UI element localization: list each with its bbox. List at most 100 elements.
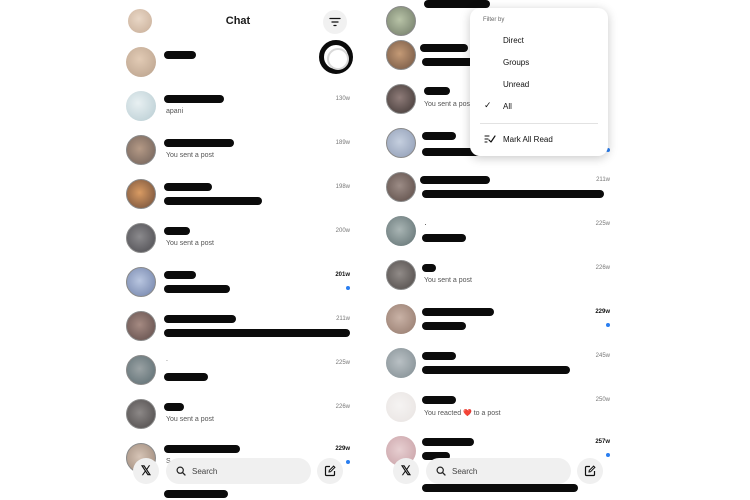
redacted-name (422, 438, 474, 446)
redacted-name (164, 403, 184, 411)
redacted-name (164, 490, 228, 498)
checkmark-icon: ✓ (484, 100, 492, 110)
conversation-row[interactable]: 211w (118, 304, 358, 348)
timestamp: 201w (335, 272, 350, 278)
compose-icon (324, 465, 336, 477)
search-icon (436, 466, 446, 476)
conversation-row[interactable]: 198w (118, 172, 358, 216)
redacted-name (420, 44, 468, 52)
redacted-name (164, 183, 212, 191)
mark-all-read-button[interactable]: Mark All Read (503, 135, 553, 144)
redacted-message (422, 366, 570, 374)
redacted-name (422, 396, 456, 404)
conversation-row[interactable]: . 225w (118, 348, 358, 392)
redacted-name (424, 0, 490, 8)
avatar (386, 348, 416, 378)
conversation-row[interactable]: You sent a post 200w (118, 216, 358, 260)
timestamp: 257w (595, 439, 610, 445)
timestamp: 211w (336, 316, 350, 322)
search-input[interactable]: Search (166, 458, 311, 484)
redacted-name (164, 227, 190, 235)
timestamp: 130w (335, 96, 350, 102)
chat-screen-left: Chat apani 130w You sent a post 189w 198… (118, 0, 358, 500)
avatar (126, 267, 156, 297)
avatar (126, 47, 156, 77)
timestamp: 226w (595, 265, 610, 271)
compose-icon (584, 465, 596, 477)
x-logo-icon: 𝕏 (400, 463, 412, 478)
conversation-row[interactable]: 211w (378, 165, 618, 209)
avatar (386, 304, 416, 334)
conversation-row[interactable]: apani 130w (118, 84, 358, 128)
message-preview: You sent a post (424, 277, 473, 284)
message-preview: . (166, 356, 168, 363)
avatar (386, 84, 416, 114)
x-logo-icon: 𝕏 (140, 463, 152, 478)
redacted-name (424, 87, 450, 95)
filter-option-groups[interactable]: Groups (503, 58, 529, 67)
conversation-row[interactable]: · 225w (378, 209, 618, 253)
message-preview: · (424, 219, 427, 229)
page-title: Chat (225, 15, 251, 27)
conversation-row[interactable]: 201w (118, 260, 358, 304)
timestamp: 200w (335, 228, 350, 234)
redacted-message (164, 373, 208, 381)
filter-menu-heading: Filter by (483, 17, 505, 23)
timestamp: 250w (595, 397, 610, 403)
conversation-row[interactable]: 245w (378, 341, 618, 385)
avatar (126, 91, 156, 121)
redacted-message (164, 197, 262, 205)
avatar (386, 40, 416, 70)
timestamp: 229w (335, 446, 350, 452)
redacted-name (422, 264, 436, 272)
redacted-name (164, 271, 196, 279)
timestamp: 245w (595, 353, 610, 359)
compose-button[interactable] (317, 458, 343, 484)
chat-screen-right: You sent a post 211w · 225w You sent a p… (378, 0, 618, 500)
mark-all-read-icon (484, 135, 496, 143)
redacted-name (422, 132, 456, 140)
avatar (126, 399, 156, 429)
bottom-bar: 𝕏 Search (378, 456, 618, 486)
message-preview: You sent a post (166, 152, 215, 159)
x-button[interactable]: 𝕏 (133, 458, 159, 484)
redacted-name (422, 308, 494, 316)
search-icon (176, 466, 186, 476)
loading-spinner (319, 40, 353, 74)
redacted-message (164, 285, 230, 293)
redacted-name (164, 315, 236, 323)
search-placeholder: Search (452, 466, 478, 476)
conversation-row[interactable]: 229w (378, 297, 618, 341)
redacted-name (164, 95, 224, 103)
filter-option-unread[interactable]: Unread (503, 80, 529, 89)
message-preview: You sent a post (424, 101, 473, 108)
avatar (386, 216, 416, 246)
redacted-message (422, 322, 466, 330)
filter-button[interactable] (323, 10, 347, 34)
message-preview: You reacted ❤️ to a post (424, 410, 501, 417)
avatar (126, 135, 156, 165)
redacted-name (164, 445, 240, 453)
filter-icon (329, 17, 341, 27)
avatar (386, 172, 416, 202)
filter-option-all[interactable]: All (503, 102, 512, 111)
bottom-bar: 𝕏 Search (118, 456, 358, 486)
message-preview: You sent a post (166, 416, 215, 423)
redacted-message (164, 329, 350, 337)
filter-option-direct[interactable]: Direct (503, 36, 524, 45)
unread-dot (606, 323, 610, 327)
conversation-row[interactable]: You sent a post 189w (118, 128, 358, 172)
conversation-row[interactable]: You sent a post 226w (118, 392, 358, 436)
redacted-name (420, 176, 490, 184)
x-button[interactable]: 𝕏 (393, 458, 419, 484)
menu-divider (480, 123, 598, 124)
conversation-row[interactable]: You sent a post 226w (378, 253, 618, 297)
compose-button[interactable] (577, 458, 603, 484)
redacted-name (164, 139, 234, 147)
avatar (386, 392, 416, 422)
timestamp: 226w (335, 404, 350, 410)
search-input[interactable]: Search (426, 458, 571, 484)
unread-dot (346, 286, 350, 290)
redacted-name (422, 352, 456, 360)
conversation-row[interactable]: You reacted ❤️ to a post 250w (378, 385, 618, 429)
